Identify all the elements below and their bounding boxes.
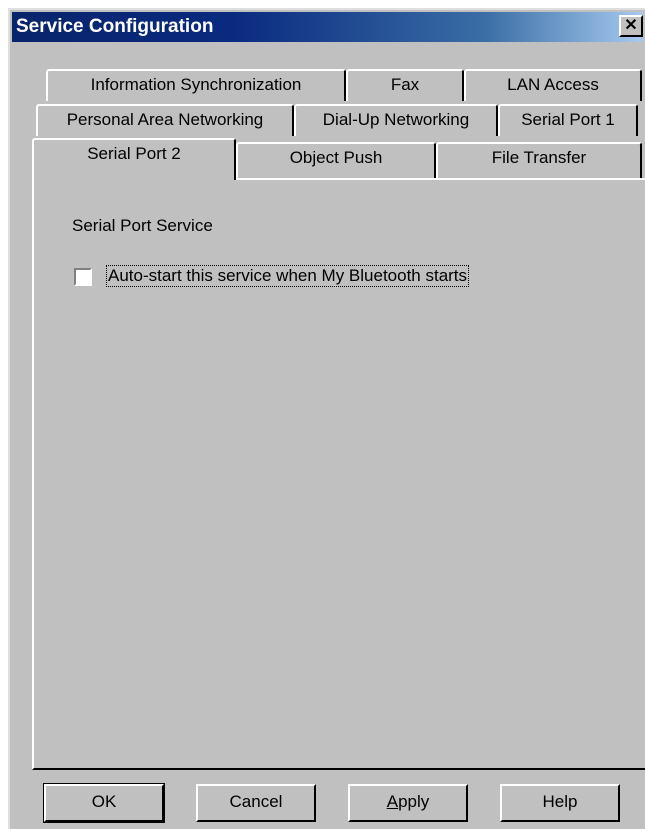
tab-panel: Serial Port Service Auto-start this serv… <box>32 178 645 770</box>
tab-serial-port-1[interactable]: Serial Port 1 <box>498 104 638 136</box>
tab-dial-up-networking[interactable]: Dial-Up Networking <box>294 104 498 136</box>
apply-button[interactable]: Apply <box>348 784 468 822</box>
apply-label-rest: pply <box>398 792 430 811</box>
tab-personal-area-networking[interactable]: Personal Area Networking <box>36 104 294 136</box>
help-button[interactable]: Help <box>500 784 620 822</box>
window-title: Service Configuration <box>16 16 214 37</box>
ok-button[interactable]: OK <box>43 783 165 823</box>
tab-serial-port-2[interactable]: Serial Port 2 <box>32 138 236 180</box>
title-bar[interactable]: Service Configuration ✕ <box>12 12 643 42</box>
service-heading: Serial Port Service <box>72 216 213 235</box>
close-icon[interactable]: ✕ <box>619 15 643 37</box>
tab-information-synchronization[interactable]: Information Synchronization <box>46 69 346 101</box>
autostart-checkbox[interactable] <box>74 268 92 286</box>
service-configuration-dialog: Service Configuration ✕ Information Sync… <box>8 8 645 829</box>
tab-object-push[interactable]: Object Push <box>236 142 436 178</box>
tab-file-transfer[interactable]: File Transfer <box>436 142 642 178</box>
autostart-label[interactable]: Auto-start this service when My Bluetoot… <box>106 265 470 287</box>
apply-mnemonic: A <box>386 792 399 811</box>
tab-fax[interactable]: Fax <box>346 69 464 101</box>
cancel-button[interactable]: Cancel <box>196 784 316 822</box>
tab-lan-access[interactable]: LAN Access <box>464 69 642 101</box>
